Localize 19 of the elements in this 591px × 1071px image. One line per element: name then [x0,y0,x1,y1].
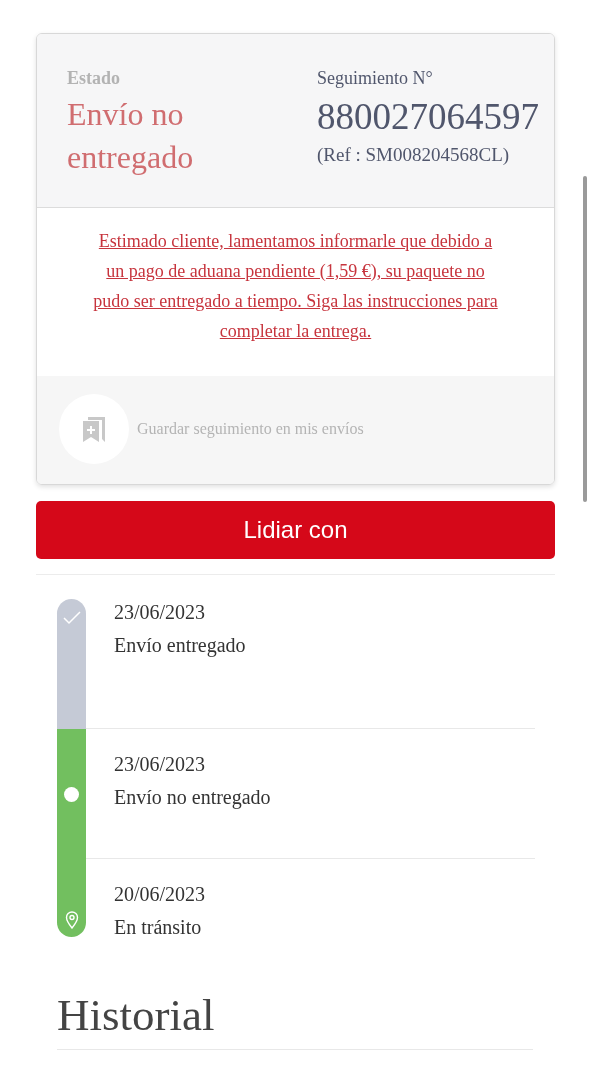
tracking-label: Seguimiento N° [317,68,434,89]
event-description: Envío entregado [114,634,247,657]
event-description: En tránsito [114,916,203,939]
status-value: Envío no entregado [67,95,195,177]
event-date: 23/06/2023 [114,601,207,624]
bookmark-add-icon [82,415,106,443]
notice-link[interactable]: Estimado cliente, lamentamos informarle que debido a un pago de aduana pendiente (1,59 €), su paquete no pudo ser entregado a tiempo. Siga las instrucciones para completar la entrega. [37,208,554,376]
event-date: 20/06/2023 [114,883,207,906]
dot-icon [64,786,79,802]
reference-number: (Ref : SM008204568CL) [317,144,511,166]
location-pin-icon [64,911,79,929]
action-button[interactable]: Lidiar con [36,501,555,559]
history-heading: Historial [57,989,533,1050]
event-description: Envío no entregado [114,786,272,809]
status-label: Estado [67,68,121,89]
check-icon [62,611,81,625]
save-tracking-label: Guardar seguimiento en mis envíos [137,420,364,438]
tracking-number: 880027064597 [317,95,540,138]
event-date: 23/06/2023 [114,753,207,776]
